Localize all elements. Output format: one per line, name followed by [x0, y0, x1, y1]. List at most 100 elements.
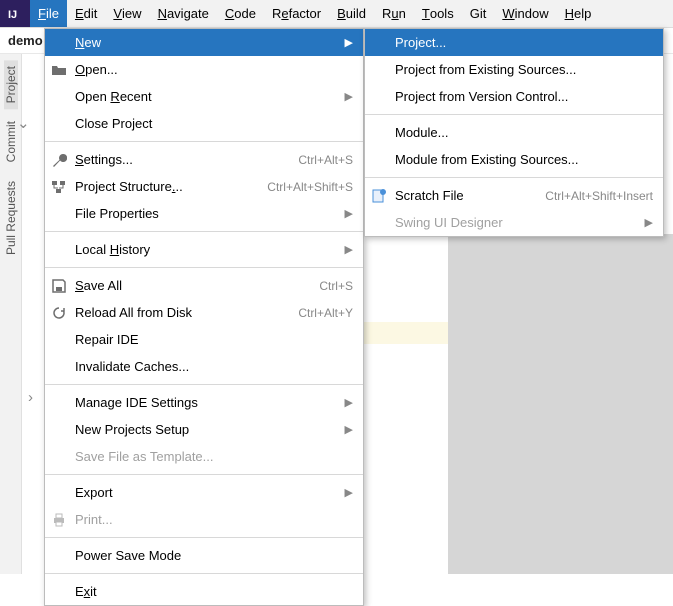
- file-menu-item-print: Print...: [45, 506, 363, 533]
- chevron-right-icon: ▶: [345, 36, 353, 49]
- structure-icon: [51, 179, 67, 195]
- tool-window-commit[interactable]: Commit: [4, 115, 18, 168]
- menu-item-label: Export: [75, 485, 337, 500]
- shortcut-label: Ctrl+Alt+Y: [298, 306, 353, 320]
- menu-separator: [45, 474, 363, 475]
- file-menu-item-new-projects-setup[interactable]: New Projects Setup ▶: [45, 416, 363, 443]
- shortcut-label: Ctrl+S: [319, 279, 353, 293]
- shortcut-label: Ctrl+Alt+Shift+S: [267, 180, 353, 194]
- menu-separator: [365, 177, 663, 178]
- menu-item-label: Settings...: [75, 152, 298, 167]
- menu-separator: [45, 141, 363, 142]
- menu-tools[interactable]: Tools: [414, 0, 462, 27]
- file-menu-item-save-all[interactable]: Save AllCtrl+S: [45, 272, 363, 299]
- menu-item-label: New Projects Setup: [75, 422, 337, 437]
- new-menu-item-project[interactable]: Project...: [365, 29, 663, 56]
- menu-separator: [45, 231, 363, 232]
- menu-item-label: Project...: [395, 35, 653, 50]
- tool-window-project[interactable]: Project: [4, 60, 18, 109]
- tool-window-pull-requests[interactable]: Pull Requests: [4, 175, 18, 261]
- chevron-right-icon: ▶: [345, 423, 353, 436]
- file-menu-item-reload-all-from-disk[interactable]: Reload All from DiskCtrl+Alt+Y: [45, 299, 363, 326]
- app-logo: IJ: [0, 0, 30, 27]
- menu-item-label: Invalidate Caches...: [75, 359, 353, 374]
- new-menu-item-project-from-version-control[interactable]: Project from Version Control...: [365, 83, 663, 110]
- print-icon: [51, 512, 67, 528]
- menu-code[interactable]: Code: [217, 0, 264, 27]
- chevron-right-icon: ▶: [345, 243, 353, 256]
- new-menu-item-swing-ui-designer: Swing UI Designer ▶: [365, 209, 663, 236]
- menu-item-label: Project Structure...: [75, 179, 267, 194]
- file-menu-item-open[interactable]: Open...: [45, 56, 363, 83]
- menu-item-label: Print...: [75, 512, 353, 527]
- menu-item-label: Reload All from Disk: [75, 305, 298, 320]
- menu-item-label: Local History: [75, 242, 337, 257]
- chevron-right-icon: ▶: [345, 396, 353, 409]
- new-menu-item-project-from-existing-sources[interactable]: Project from Existing Sources...: [365, 56, 663, 83]
- menu-item-label: File Properties: [75, 206, 337, 221]
- menu-item-label: Open...: [75, 62, 353, 77]
- open-icon: [51, 62, 67, 78]
- menu-view[interactable]: View: [105, 0, 149, 27]
- menu-separator: [45, 537, 363, 538]
- menu-item-label: Save All: [75, 278, 319, 293]
- menu-item-label: Scratch File: [395, 188, 545, 203]
- file-menu-item-local-history[interactable]: Local History ▶: [45, 236, 363, 263]
- menu-item-label: Open Recent: [75, 89, 337, 104]
- menu-item-label: Project from Version Control...: [395, 89, 653, 104]
- save-icon: [51, 278, 67, 294]
- menu-item-label: Project from Existing Sources...: [395, 62, 653, 77]
- wrench-icon: [51, 152, 67, 168]
- menu-item-label: Power Save Mode: [75, 548, 353, 563]
- new-menu-item-module[interactable]: Module...: [365, 119, 663, 146]
- menu-window[interactable]: Window: [494, 0, 556, 27]
- file-menu-item-repair-ide[interactable]: Repair IDE: [45, 326, 363, 353]
- file-menu-item-manage-ide-settings[interactable]: Manage IDE Settings ▶: [45, 389, 363, 416]
- menu-file[interactable]: File: [30, 0, 67, 27]
- menu-item-label: Swing UI Designer: [395, 215, 637, 230]
- svg-text:IJ: IJ: [8, 9, 17, 21]
- chevron-right-icon: ▶: [345, 207, 353, 220]
- file-menu-item-project-structure[interactable]: Project Structure...Ctrl+Alt+Shift+S: [45, 173, 363, 200]
- scratch-icon: [371, 188, 387, 204]
- file-menu-item-exit[interactable]: Exit: [45, 578, 363, 605]
- minimap-area: [448, 234, 673, 574]
- new-menu-item-module-from-existing-sources[interactable]: Module from Existing Sources...: [365, 146, 663, 173]
- file-menu-item-power-save-mode[interactable]: Power Save Mode: [45, 542, 363, 569]
- menu-item-label: Exit: [75, 584, 353, 599]
- file-menu-item-settings[interactable]: Settings...Ctrl+Alt+S: [45, 146, 363, 173]
- menu-run[interactable]: Run: [374, 0, 414, 27]
- file-menu-dropdown: New ▶ Open... Open Recent ▶ Close Project Sett…: [44, 28, 364, 606]
- reload-icon: [51, 305, 67, 321]
- menu-item-label: Repair IDE: [75, 332, 353, 347]
- menu-item-label: New: [75, 35, 337, 50]
- menu-item-label: Manage IDE Settings: [75, 395, 337, 410]
- menubar: FileEditViewNavigateCodeRefactorBuildRun…: [30, 0, 599, 27]
- menu-build[interactable]: Build: [329, 0, 374, 27]
- new-submenu: Project... Project from Existing Sources.…: [364, 28, 664, 237]
- chevron-right-icon[interactable]: ›: [28, 389, 33, 406]
- file-menu-item-invalidate-caches[interactable]: Invalidate Caches...: [45, 353, 363, 380]
- menu-separator: [45, 267, 363, 268]
- tool-window-strip-left: Project Commit Pull Requests: [0, 54, 22, 574]
- menu-separator: [365, 114, 663, 115]
- menu-item-label: Close Project: [75, 116, 353, 131]
- new-menu-item-scratch-file[interactable]: Scratch FileCtrl+Alt+Shift+Insert: [365, 182, 663, 209]
- menu-item-label: Save File as Template...: [75, 449, 353, 464]
- shortcut-label: Ctrl+Alt+S: [298, 153, 353, 167]
- file-menu-item-new[interactable]: New ▶: [45, 29, 363, 56]
- chevron-right-icon: ▶: [345, 90, 353, 103]
- file-menu-item-file-properties[interactable]: File Properties ▶: [45, 200, 363, 227]
- file-menu-item-export[interactable]: Export▶: [45, 479, 363, 506]
- file-menu-item-open-recent[interactable]: Open Recent ▶: [45, 83, 363, 110]
- file-menu-item-close-project[interactable]: Close Project: [45, 110, 363, 137]
- menu-git[interactable]: Git: [462, 0, 495, 27]
- menu-refactor[interactable]: Refactor: [264, 0, 329, 27]
- menu-help[interactable]: Help: [557, 0, 600, 27]
- menu-edit[interactable]: Edit: [67, 0, 105, 27]
- menu-navigate[interactable]: Navigate: [150, 0, 217, 27]
- chevron-right-icon: ▶: [645, 216, 653, 229]
- menu-item-label: Module from Existing Sources...: [395, 152, 653, 167]
- file-menu-item-save-file-as-template: Save File as Template...: [45, 443, 363, 470]
- fold-chevron-icon[interactable]: ⌄: [17, 114, 30, 132]
